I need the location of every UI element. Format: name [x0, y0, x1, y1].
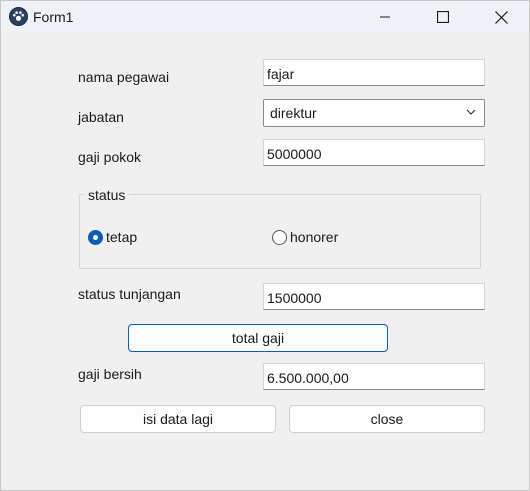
jabatan-selected-value: direktur	[270, 105, 317, 121]
minimize-button[interactable]	[356, 1, 414, 33]
isi-data-lagi-button[interactable]: isi data lagi	[80, 405, 276, 433]
radio-tetap-circle[interactable]	[88, 229, 103, 245]
maximize-icon	[437, 11, 449, 23]
window-title: Form1	[33, 9, 74, 25]
gaji-bersih-input[interactable]	[263, 363, 485, 390]
close-button[interactable]: close	[289, 405, 485, 433]
status-group-title: status	[84, 187, 130, 203]
total-gaji-button[interactable]: total gaji	[128, 324, 388, 352]
radio-honorer-label: honorer	[290, 229, 339, 245]
jabatan-label: jabatan	[78, 109, 124, 125]
radio-tetap-label: tetap	[106, 229, 138, 245]
radio-honorer[interactable]: honorer	[272, 229, 338, 245]
gaji-pokok-input[interactable]	[263, 139, 485, 166]
gaji-bersih-label: gaji bersih	[78, 366, 142, 382]
gaji-pokok-label: gaji pokok	[78, 149, 142, 165]
close-window-button[interactable]	[472, 1, 530, 33]
nama-pegawai-input[interactable]	[263, 59, 485, 86]
jabatan-select[interactable]: direktur	[263, 99, 485, 127]
nama-pegawai-label: nama pegawai	[78, 69, 170, 85]
form1-window: Form1 nama pegawai jabatan direktur gaji	[0, 0, 530, 491]
paw-icon	[9, 7, 28, 26]
maximize-button[interactable]	[414, 1, 472, 33]
radio-tetap[interactable]: tetap	[88, 229, 137, 245]
status-tunjangan-label: status tunjangan	[78, 286, 181, 302]
close-icon	[494, 10, 508, 24]
chevron-down-icon	[466, 109, 476, 115]
status-tunjangan-input[interactable]	[263, 283, 485, 310]
minimize-icon	[380, 16, 390, 18]
radio-honorer-circle[interactable]	[272, 229, 287, 245]
title-bar: Form1	[1, 1, 529, 33]
